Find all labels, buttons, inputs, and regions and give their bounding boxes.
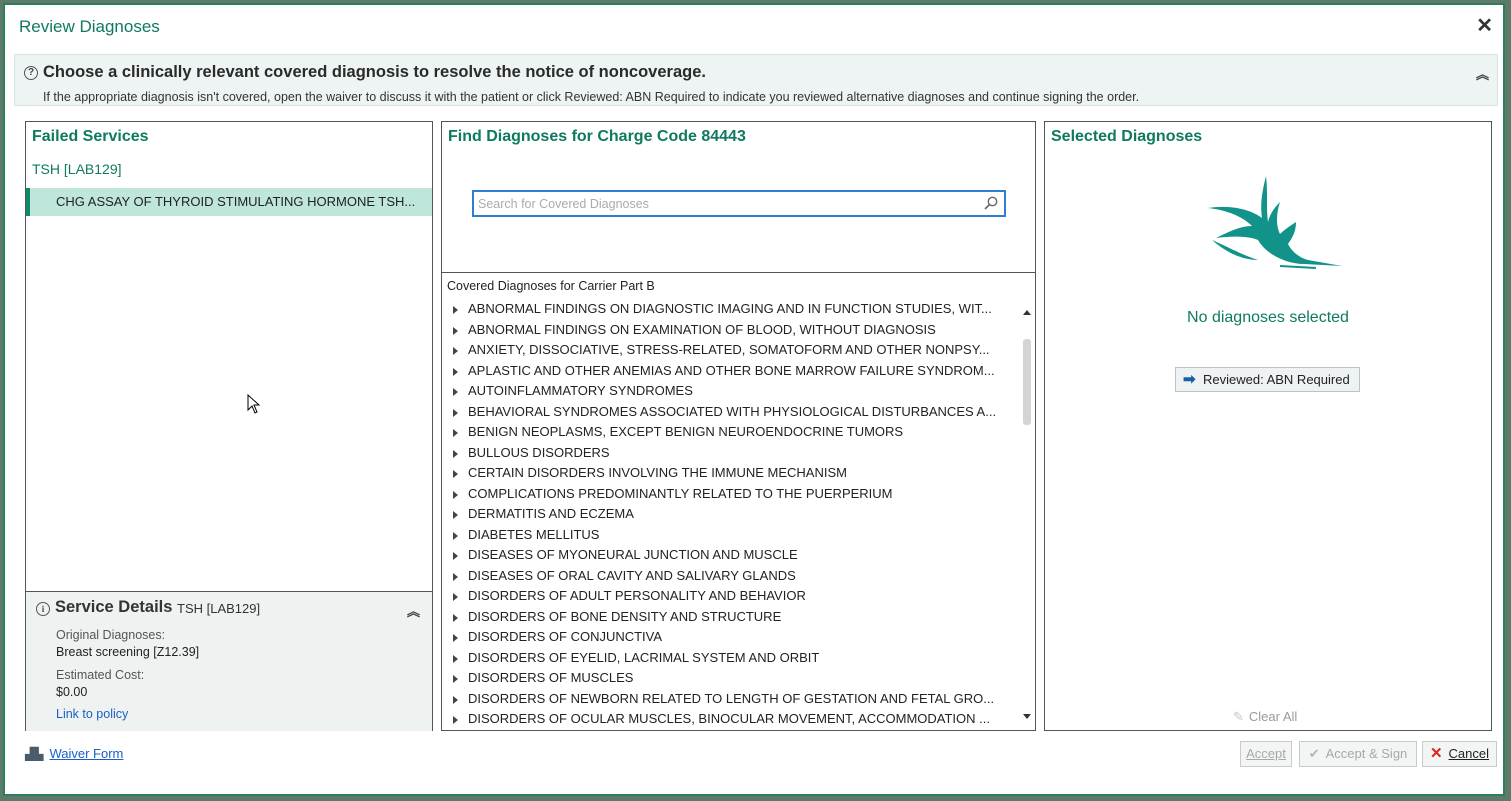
- covered-diagnoses-list: ABNORMAL FINDINGS ON DIAGNOSTIC IMAGING …: [442, 299, 1018, 729]
- list-item[interactable]: BEHAVIORAL SYNDROMES ASSOCIATED WITH PHY…: [442, 402, 1018, 423]
- reviewed-abn-required-button[interactable]: ➡ Reviewed: ABN Required: [1175, 367, 1360, 392]
- eraser-icon: ✎: [1233, 709, 1244, 724]
- waiver-form-link[interactable]: ▟▙ Waiver Form: [25, 746, 123, 761]
- expand-arrow-icon[interactable]: [453, 490, 458, 499]
- empty-state-text: No diagnoses selected: [1187, 309, 1349, 326]
- expand-arrow-icon[interactable]: [453, 572, 458, 581]
- list-item[interactable]: DERMATITIS AND ECZEMA: [442, 504, 1018, 525]
- help-icon: ?: [24, 66, 38, 80]
- expand-arrow-icon[interactable]: [453, 429, 458, 437]
- policy-link[interactable]: Link to policy: [56, 707, 128, 721]
- expand-arrow-icon[interactable]: [453, 531, 458, 540]
- list-item[interactable]: DISORDERS OF ADULT PERSONALITY AND BEHAV…: [442, 586, 1018, 607]
- service-details-title: Service Details: [55, 598, 173, 616]
- list-scrollbar[interactable]: [1021, 302, 1033, 727]
- binoculars-icon: ▟▙: [25, 747, 44, 761]
- dialog-titlebar: Review Diagnoses ✕: [5, 5, 1503, 49]
- service-group-label: TSH [LAB129]: [32, 161, 122, 177]
- failed-services-panel: Failed Services TSH [LAB129] CHG ASSAY O…: [25, 121, 433, 731]
- diagnosis-search-input[interactable]: [474, 192, 982, 215]
- expand-arrow-icon[interactable]: [453, 654, 458, 663]
- list-item[interactable]: CERTAIN DISORDERS INVOLVING THE IMMUNE M…: [442, 463, 1018, 484]
- list-item[interactable]: DISEASES OF MYONEURAL JUNCTION AND MUSCL…: [442, 545, 1018, 566]
- failed-service-item[interactable]: CHG ASSAY OF THYROID STIMULATING HORMONE…: [26, 188, 432, 216]
- review-diagnoses-dialog: Review Diagnoses ✕ ? Choose a clinically…: [3, 3, 1505, 796]
- expand-arrow-icon[interactable]: [453, 306, 458, 314]
- list-item[interactable]: DISORDERS OF NEWBORN RELATED TO LENGTH O…: [442, 689, 1018, 710]
- scrollbar-thumb[interactable]: [1023, 339, 1031, 425]
- list-divider: [442, 272, 1035, 273]
- accept-and-sign-button[interactable]: ✔ Accept & Sign: [1299, 741, 1417, 767]
- list-item[interactable]: ABNORMAL FINDINGS ON EXAMINATION OF BLOO…: [442, 320, 1018, 341]
- expand-arrow-icon[interactable]: [453, 449, 458, 458]
- list-item[interactable]: DISORDERS OF EYELID, LACRIMAL SYSTEM AND…: [442, 648, 1018, 669]
- expand-arrow-icon[interactable]: [453, 347, 458, 355]
- estimated-cost-label: Estimated Cost:: [56, 668, 145, 682]
- expand-arrow-icon[interactable]: [453, 470, 458, 478]
- accept-button[interactable]: Accept: [1240, 741, 1292, 767]
- collapse-banner-icon[interactable]: ︽: [1476, 64, 1489, 83]
- mouse-cursor-icon: [247, 394, 261, 414]
- list-item[interactable]: APLASTIC AND OTHER ANEMIAS AND OTHER BON…: [442, 361, 1018, 382]
- dialog-title: Review Diagnoses: [19, 17, 160, 36]
- list-item[interactable]: DISORDERS OF OCULAR MUSCLES, BINOCULAR M…: [442, 709, 1018, 729]
- service-details-code: TSH [LAB129]: [177, 601, 261, 616]
- close-icon[interactable]: ✕: [1476, 16, 1493, 36]
- expand-arrow-icon[interactable]: [453, 634, 458, 642]
- instruction-banner: ? Choose a clinically relevant covered d…: [14, 54, 1498, 106]
- service-details-section: i Service Details TSH [LAB129] ︽ Origina…: [26, 591, 432, 731]
- list-item[interactable]: AUTOINFLAMMATORY SYNDROMES: [442, 381, 1018, 402]
- scroll-down-arrow-icon[interactable]: [1023, 714, 1031, 719]
- expand-arrow-icon[interactable]: [453, 326, 458, 335]
- expand-arrow-icon[interactable]: [453, 593, 458, 601]
- info-icon: i: [36, 602, 50, 616]
- cancel-x-icon: ✕: [1429, 745, 1443, 762]
- list-item[interactable]: ABNORMAL FINDINGS ON DIAGNOSTIC IMAGING …: [442, 299, 1018, 320]
- find-diagnoses-title: Find Diagnoses for Charge Code 84443: [448, 128, 746, 145]
- clear-all-button[interactable]: ✎ Clear All: [1233, 709, 1297, 725]
- collapse-details-icon[interactable]: ︽: [407, 601, 420, 620]
- expand-arrow-icon[interactable]: [453, 511, 458, 519]
- expand-arrow-icon[interactable]: [453, 675, 458, 683]
- estimated-cost-value: $0.00: [56, 685, 88, 699]
- cancel-button[interactable]: ✕ Cancel: [1422, 741, 1497, 767]
- checkmark-icon: ✔: [1308, 746, 1320, 761]
- arrow-right-icon: ➡: [1183, 371, 1196, 388]
- expand-arrow-icon[interactable]: [453, 613, 458, 622]
- covered-diagnoses-caption: Covered Diagnoses for Carrier Part B: [447, 279, 655, 293]
- expand-arrow-icon[interactable]: [453, 716, 458, 724]
- list-item[interactable]: ANXIETY, DISSOCIATIVE, STRESS-RELATED, S…: [442, 340, 1018, 361]
- failed-services-title: Failed Services: [32, 128, 149, 145]
- list-item[interactable]: COMPLICATIONS PREDOMINANTLY RELATED TO T…: [442, 484, 1018, 505]
- list-item[interactable]: DISORDERS OF CONJUNCTIVA: [442, 627, 1018, 648]
- list-item[interactable]: BULLOUS DISORDERS: [442, 443, 1018, 464]
- find-diagnoses-panel: Find Diagnoses for Charge Code 84443 Cov…: [441, 121, 1036, 731]
- search-box: [472, 190, 1006, 217]
- selected-diagnoses-panel: Selected Diagnoses No diagnoses selected…: [1044, 121, 1492, 731]
- list-item[interactable]: DISORDERS OF BONE DENSITY AND STRUCTURE: [442, 607, 1018, 628]
- list-item[interactable]: DISORDERS OF MUSCLES: [442, 668, 1018, 689]
- search-icon[interactable]: [984, 196, 998, 210]
- list-item[interactable]: BENIGN NEOPLASMS, EXCEPT BENIGN NEUROEND…: [442, 422, 1018, 443]
- selected-diagnoses-title: Selected Diagnoses: [1051, 128, 1203, 145]
- original-diagnoses-label: Original Diagnoses:: [56, 628, 166, 642]
- heron-logo-icon: [1208, 176, 1342, 269]
- original-diagnoses-value: Breast screening [Z12.39]: [56, 645, 200, 659]
- banner-subtext: If the appropriate diagnosis isn't cover…: [43, 90, 1140, 104]
- list-item[interactable]: DIABETES MELLITUS: [442, 525, 1018, 546]
- abn-button-label: Reviewed: ABN Required: [1203, 372, 1350, 387]
- expand-arrow-icon[interactable]: [453, 388, 458, 396]
- expand-arrow-icon[interactable]: [453, 552, 458, 560]
- banner-headline: Choose a clinically relevant covered dia…: [43, 63, 706, 81]
- list-item[interactable]: DISEASES OF ORAL CAVITY AND SALIVARY GLA…: [442, 566, 1018, 587]
- expand-arrow-icon[interactable]: [453, 695, 458, 704]
- scroll-up-arrow-icon[interactable]: [1023, 310, 1031, 315]
- expand-arrow-icon[interactable]: [453, 408, 458, 417]
- expand-arrow-icon[interactable]: [453, 367, 458, 376]
